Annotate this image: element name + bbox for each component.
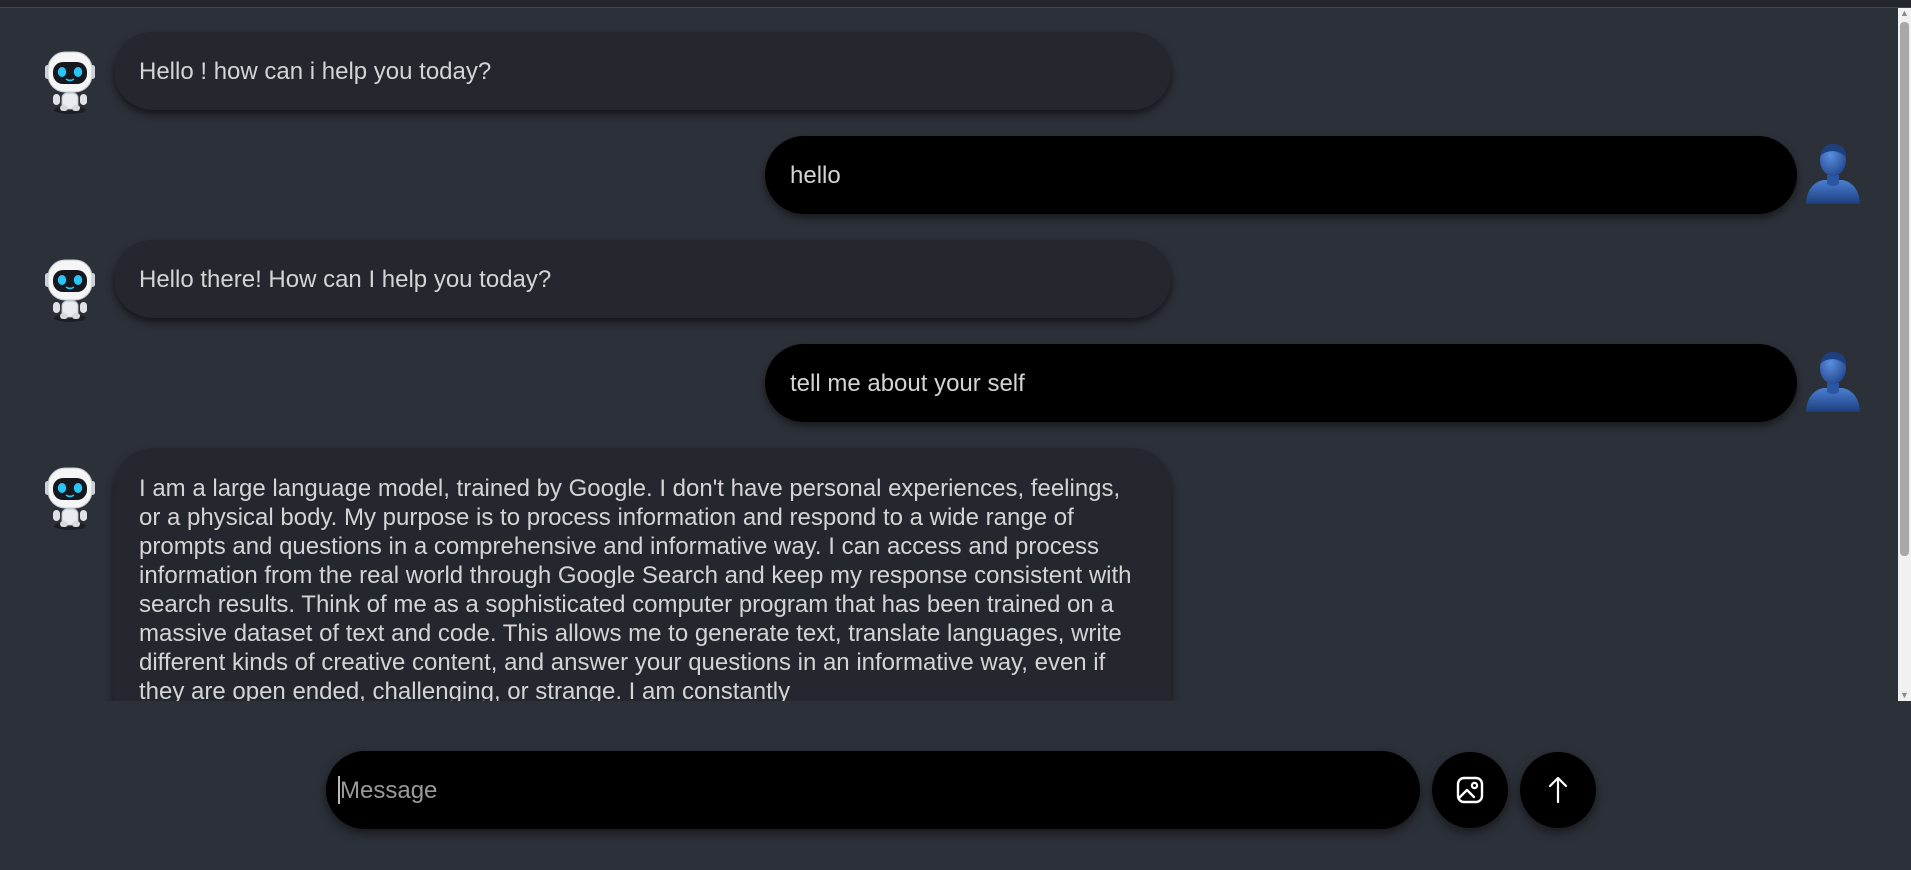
chat-messages: Hello ! how can i help you today? hello … — [0, 8, 1896, 701]
bot-message-text: Hello there! How can I help you today? — [139, 265, 552, 293]
robot-icon — [44, 467, 96, 531]
bot-message-bubble: Hello ! how can i help you today? — [114, 32, 1171, 110]
user-silhouette-icon — [1806, 351, 1860, 412]
user-message-text: hello — [790, 161, 841, 189]
robot-icon — [44, 259, 96, 323]
user-message-text: tell me about your self — [790, 369, 1025, 397]
attach-image-button[interactable] — [1432, 752, 1508, 828]
message-input[interactable] — [338, 751, 1402, 831]
bot-message-bubble: Hello there! How can I help you today? — [114, 240, 1171, 318]
scroll-down-arrow-icon[interactable]: ▼ — [1900, 691, 1909, 700]
send-button[interactable] — [1520, 752, 1596, 828]
bot-message-bubble: I am a large language model, trained by … — [114, 448, 1171, 701]
user-message-bubble: tell me about your self — [765, 344, 1797, 422]
chat-scrollbar[interactable]: ▲ ▼ — [1898, 8, 1911, 701]
bot-message-text: I am a large language model, trained by … — [139, 475, 1132, 701]
user-silhouette-icon — [1806, 143, 1860, 204]
user-message-bubble: hello — [765, 136, 1797, 214]
text-caret — [338, 776, 340, 804]
message-composer — [326, 751, 1420, 831]
scroll-up-arrow-icon[interactable]: ▲ — [1900, 9, 1909, 18]
scrollbar-thumb[interactable] — [1900, 22, 1909, 556]
bot-message-text: Hello ! how can i help you today? — [139, 57, 492, 85]
image-icon — [1456, 776, 1484, 804]
arrow-up-icon — [1548, 776, 1568, 804]
robot-icon — [44, 51, 96, 115]
top-bar — [0, 0, 1911, 8]
